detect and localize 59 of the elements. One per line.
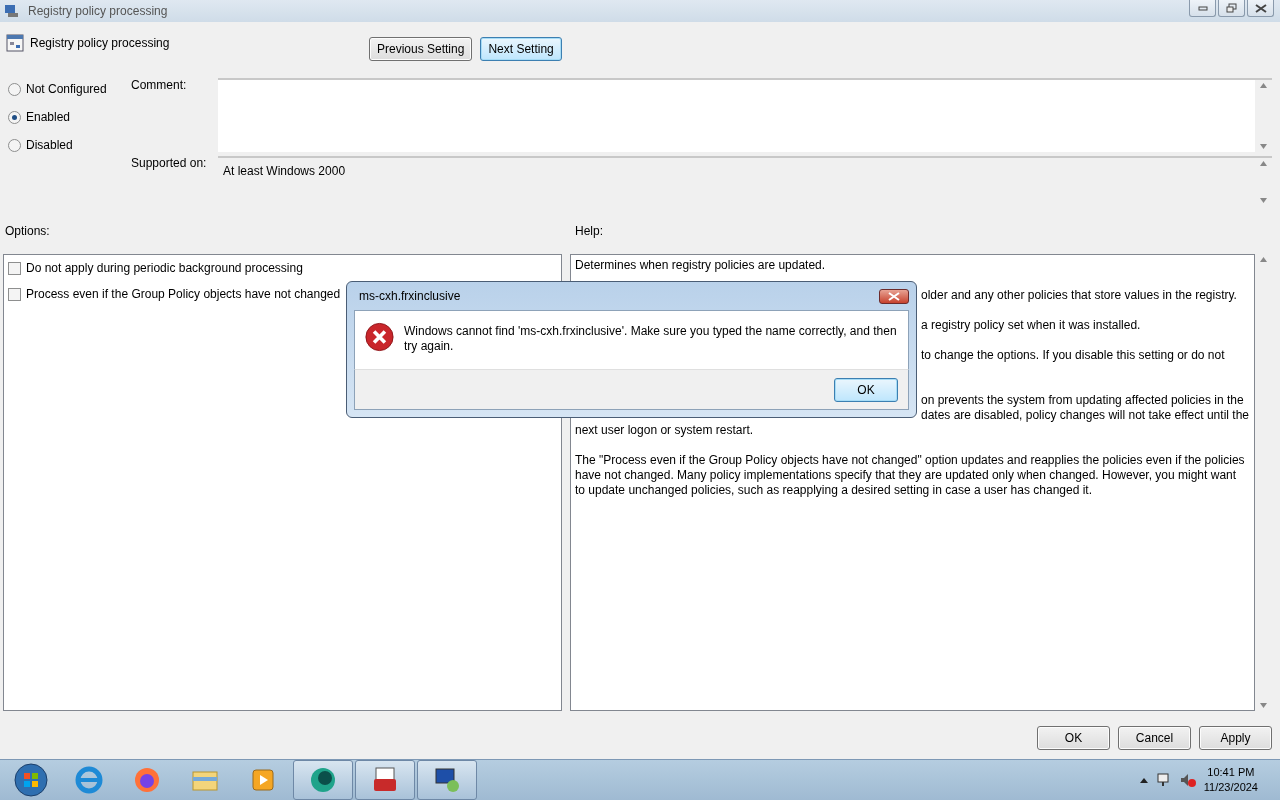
scroll-down-icon[interactable] [1260, 144, 1267, 149]
checkbox[interactable] [8, 287, 21, 301]
app-icon[interactable] [308, 765, 338, 795]
clock[interactable]: 10:41 PM 11/23/2024 [1203, 765, 1258, 795]
setting-title: Registry policy processing [30, 36, 171, 50]
help-text: dates are disabled, policy changes will not take effect until the [921, 408, 1250, 423]
muted-speaker-icon[interactable] [1179, 772, 1196, 788]
radio-button[interactable] [8, 110, 21, 124]
scroll-up-icon[interactable] [1260, 257, 1267, 262]
radio-button[interactable] [8, 82, 21, 96]
checkbox-label: Process even if the Group Policy objects have not changed [26, 287, 341, 301]
ok-button[interactable]: OK [834, 377, 898, 402]
nav-button[interactable]: Next Setting [480, 37, 562, 61]
policy-icon [6, 34, 24, 52]
close-button[interactable] [879, 288, 909, 304]
show-hidden-icons-icon[interactable] [1139, 777, 1148, 783]
scroll-up-icon[interactable] [1260, 83, 1267, 88]
radio-label: Enabled [26, 110, 71, 124]
close-icon [1254, 3, 1267, 13]
supported-on-field: At least Windows 2000 [218, 156, 1272, 206]
close-button[interactable] [1247, 0, 1274, 17]
minimize-button[interactable] [1189, 0, 1216, 17]
options-label: Options: [5, 224, 51, 240]
help-text: Determines when registry policies are updated. [575, 258, 827, 273]
checkbox[interactable] [8, 261, 21, 275]
error-message: Windows cannot find 'ms-cxh.frxinclusive'. Make sure you typed the name correctly, and then try again. [404, 324, 898, 354]
help-text: next user logon or system restart. [575, 423, 755, 438]
restore-button[interactable] [1218, 0, 1245, 17]
help-label: Help: [575, 224, 603, 240]
dialog-title: ms-cxh.frxinclusive [359, 289, 461, 303]
help-text: have not changed. Many policy implementations specify that they are updated only when changed. However, you might want [575, 468, 1238, 483]
nav-button[interactable]: Previous Setting [369, 37, 473, 61]
scroll-down-icon[interactable] [1260, 703, 1267, 708]
help-text: a registry policy set when it was installed. [921, 318, 1142, 333]
supported-on-label: Supported on: [131, 156, 208, 172]
help-text: on prevents the system from updating affected policies in the [921, 393, 1245, 408]
restore-icon [1226, 3, 1237, 13]
radio-label: Not Configured [26, 82, 107, 96]
radio-label: Disabled [26, 138, 73, 152]
dialog-button[interactable]: OK [1037, 726, 1110, 750]
close-icon [888, 291, 900, 301]
dialog-button[interactable]: Cancel [1118, 726, 1191, 750]
comment-field[interactable] [218, 78, 1272, 152]
help-text: The "Process even if the Group Policy objects have not changed" option updates and reapplies the policies even if the policies [575, 453, 1246, 468]
window-title: Registry policy processing [28, 4, 168, 18]
minimize-icon [1197, 5, 1208, 11]
browser-icon[interactable] [74, 765, 104, 795]
scroll-down-icon[interactable] [1260, 198, 1267, 203]
help-text: to change the options. If you disable this setting or do not [921, 348, 1226, 363]
radio-button[interactable] [8, 138, 21, 152]
network-icon[interactable] [1155, 772, 1172, 788]
scroll-up-icon[interactable] [1260, 161, 1267, 166]
comment-label: Comment: [131, 78, 188, 94]
help-text: older and any other policies that store values in the registry. [921, 288, 1238, 303]
dialog-button[interactable]: Apply [1199, 726, 1272, 750]
error-icon [365, 321, 394, 353]
start-button[interactable] [14, 763, 48, 797]
checkbox-label: Do not apply during periodic background processing [26, 261, 303, 275]
help-text: to update unchanged policies, such as reapplying a desired setting in case a user has changed it. [575, 483, 1093, 498]
